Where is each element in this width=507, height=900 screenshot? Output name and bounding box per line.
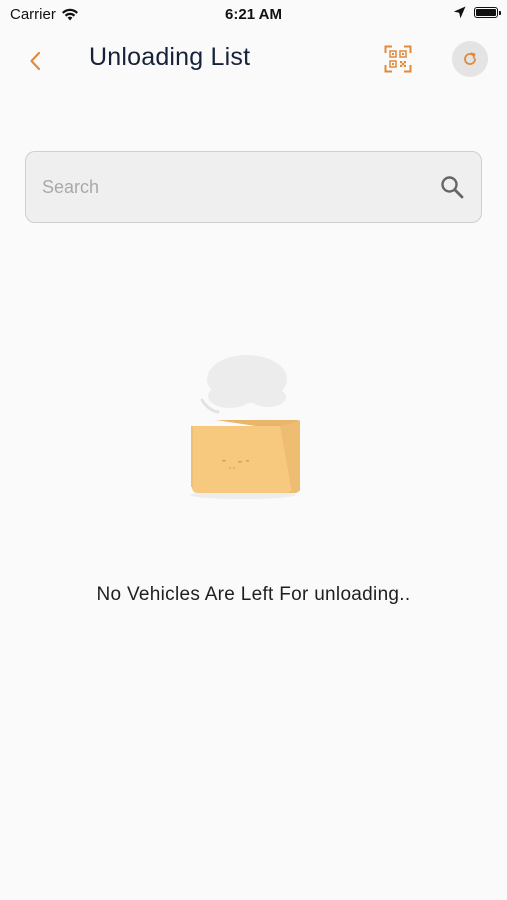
refresh-button[interactable] [452,41,488,77]
status-bar: Carrier 6:21 AM [0,0,507,28]
qr-scan-button[interactable] [384,45,412,73]
box-shape [191,420,300,494]
empty-box-illustration [190,355,300,499]
qr-scan-icon [384,45,412,73]
battery-icon [474,7,501,18]
search-input[interactable] [40,152,424,223]
location-arrow-icon [453,6,466,19]
status-time: 6:21 AM [225,6,282,23]
back-button[interactable] [20,46,50,76]
cloud-shape [200,355,287,414]
search-icon[interactable] [439,174,465,200]
battery-level [476,9,496,16]
refresh-icon [464,52,476,65]
battery-cap [499,11,501,15]
status-right [453,6,501,19]
empty-state-message: No Vehicles Are Left For unloading.. [96,584,411,605]
search-box [25,151,482,223]
page-title: Unloading List [89,43,251,71]
app-header: Unloading List [0,28,507,92]
chevron-left-icon [30,51,41,71]
